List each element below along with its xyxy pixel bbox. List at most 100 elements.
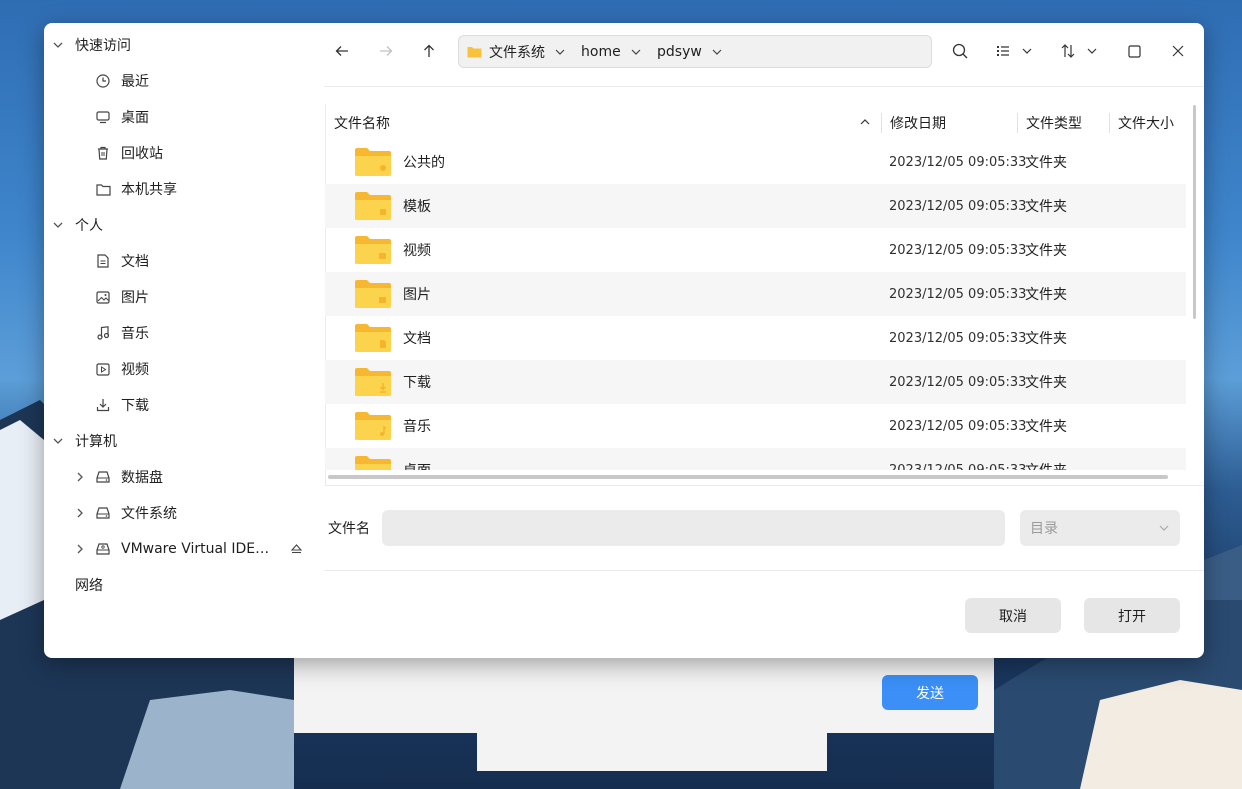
sidebar-item-label: 回收站: [121, 146, 163, 162]
sidebar-item-documents[interactable]: 文档: [44, 243, 324, 279]
column-separator[interactable]: [1017, 113, 1018, 133]
sidebar-item-pictures[interactable]: 图片: [44, 279, 324, 315]
column-separator[interactable]: [1109, 113, 1110, 133]
sidebar-item-network[interactable]: 网络: [44, 567, 324, 603]
chevron-down-icon: [52, 435, 64, 447]
sidebar-item-label: 数据盘: [121, 470, 163, 486]
music-note-icon: [95, 325, 111, 341]
up-button[interactable]: [412, 36, 446, 66]
breadcrumb-item-home[interactable]: home: [581, 36, 641, 67]
sidebar-item-recent[interactable]: 最近: [44, 63, 324, 99]
open-button[interactable]: 打开: [1084, 598, 1180, 633]
sidebar-item-cd-drive[interactable]: VMware Virtual IDE CD…: [44, 531, 324, 567]
file-name: 视频: [403, 243, 431, 259]
folder-icon: [355, 280, 391, 308]
file-date: 2023/12/05 09:05:33: [889, 198, 1027, 214]
trash-icon: [95, 145, 111, 161]
table-row[interactable]: 公共的 2023/12/05 09:05:33 文件夹: [325, 140, 1186, 184]
sidebar-item-desktop[interactable]: 桌面: [44, 99, 324, 135]
clock-icon: [95, 73, 111, 89]
main-panel: 文件系统 home pdsyw 文件名称 修改日期 文件类型 文件大小 公共的 …: [324, 23, 1204, 658]
table-row[interactable]: 文档 2023/12/05 09:05:33 文件夹: [325, 316, 1186, 360]
file-date: 2023/12/05 09:05:33: [889, 462, 1027, 471]
horizontal-scrollbar[interactable]: [328, 475, 1168, 479]
file-type: 文件夹: [1025, 199, 1067, 215]
chevron-right-icon[interactable]: [74, 471, 86, 483]
column-header-modified[interactable]: 修改日期: [890, 105, 946, 141]
chevron-right-icon[interactable]: [74, 543, 86, 555]
table-row[interactable]: 音乐 2023/12/05 09:05:33 文件夹: [325, 404, 1186, 448]
filename-input[interactable]: [382, 510, 1005, 546]
sort-ascending-icon[interactable]: [860, 119, 870, 125]
table-row[interactable]: 视频 2023/12/05 09:05:33 文件夹: [325, 228, 1186, 272]
breadcrumb-item-filesystem[interactable]: 文件系统: [467, 36, 565, 67]
maximize-button[interactable]: [1117, 36, 1151, 66]
column-header-label: 文件类型: [1026, 116, 1082, 132]
chevron-down-icon: [1159, 525, 1169, 531]
table-row[interactable]: 图片 2023/12/05 09:05:33 文件夹: [325, 272, 1186, 316]
sidebar-item-file-system[interactable]: 文件系统: [44, 495, 324, 531]
toolbar: 文件系统 home pdsyw: [324, 23, 1204, 87]
file-type: 文件夹: [1025, 287, 1067, 303]
sort-button[interactable]: [1054, 36, 1104, 66]
close-button[interactable]: [1161, 36, 1195, 66]
hard-drive-icon: [95, 469, 111, 485]
file-type: 文件夹: [1025, 243, 1067, 259]
chevron-down-icon: [555, 49, 565, 55]
table-row[interactable]: 模板 2023/12/05 09:05:33 文件夹: [325, 184, 1186, 228]
chevron-down-icon: [52, 219, 64, 231]
footer-divider: [324, 570, 1204, 571]
vertical-scrollbar[interactable]: [1193, 105, 1196, 319]
column-header-type[interactable]: 文件类型: [1026, 105, 1082, 141]
column-separator[interactable]: [881, 113, 882, 133]
sidebar-item-data-disk[interactable]: 数据盘: [44, 459, 324, 495]
breadcrumb-item-pdsyw[interactable]: pdsyw: [657, 36, 722, 67]
folder-icon: [355, 192, 391, 220]
back-button[interactable]: [325, 36, 359, 66]
sidebar-item-label: 下载: [121, 398, 149, 414]
file-date: 2023/12/05 09:05:33: [889, 374, 1027, 390]
view-mode-button[interactable]: [989, 36, 1039, 66]
breadcrumb-label: pdsyw: [657, 43, 702, 60]
cancel-button[interactable]: 取消: [965, 598, 1061, 633]
chevron-right-icon[interactable]: [74, 507, 86, 519]
sidebar-item-videos[interactable]: 视频: [44, 351, 324, 387]
table-row[interactable]: 桌面 2023/12/05 09:05:33 文件夹: [325, 448, 1186, 470]
sidebar-item-label: 文件系统: [121, 506, 177, 522]
column-header-name[interactable]: 文件名称: [334, 105, 390, 141]
file-name: 图片: [403, 287, 431, 303]
video-icon: [95, 361, 111, 377]
download-icon: [95, 397, 111, 413]
sidebar-item-downloads[interactable]: 下载: [44, 387, 324, 423]
sidebar-item-label: 桌面: [121, 110, 149, 126]
sort-icon: [1061, 44, 1075, 58]
eject-icon[interactable]: [289, 542, 303, 556]
table-row[interactable]: 下载 2023/12/05 09:05:33 文件夹: [325, 360, 1186, 404]
sidebar-group-quick-access[interactable]: 快速访问: [44, 27, 324, 63]
sidebar-item-trash[interactable]: 回收站: [44, 135, 324, 171]
sidebar-item-music[interactable]: 音乐: [44, 315, 324, 351]
file-filter-select[interactable]: 目录: [1020, 510, 1180, 546]
file-name: 音乐: [403, 419, 431, 435]
sidebar-item-label: VMware Virtual IDE CD…: [121, 541, 273, 557]
file-date: 2023/12/05 09:05:33: [889, 418, 1027, 434]
file-type: 文件夹: [1025, 375, 1067, 391]
search-icon: [952, 43, 968, 59]
sidebar-item-local-share[interactable]: 本机共享: [44, 171, 324, 207]
maximize-icon: [1127, 44, 1141, 58]
sidebar-group-personal[interactable]: 个人: [44, 207, 324, 243]
chevron-down-icon: [52, 39, 64, 51]
sidebar-item-label: 最近: [121, 74, 149, 90]
forward-button[interactable]: [369, 36, 403, 66]
sidebar-group-computer[interactable]: 计算机: [44, 423, 324, 459]
folder-icon: [355, 324, 391, 352]
search-button[interactable]: [943, 36, 977, 66]
folder-icon: [355, 236, 391, 264]
sidebar-group-label: 快速访问: [75, 38, 131, 54]
folder-icon: [355, 148, 391, 176]
send-button[interactable]: 发送: [882, 675, 978, 710]
list-view-icon: [997, 46, 1009, 56]
folder-outline-icon: [95, 181, 111, 197]
column-header-size[interactable]: 文件大小: [1118, 105, 1174, 141]
file-name: 桌面: [403, 448, 431, 470]
